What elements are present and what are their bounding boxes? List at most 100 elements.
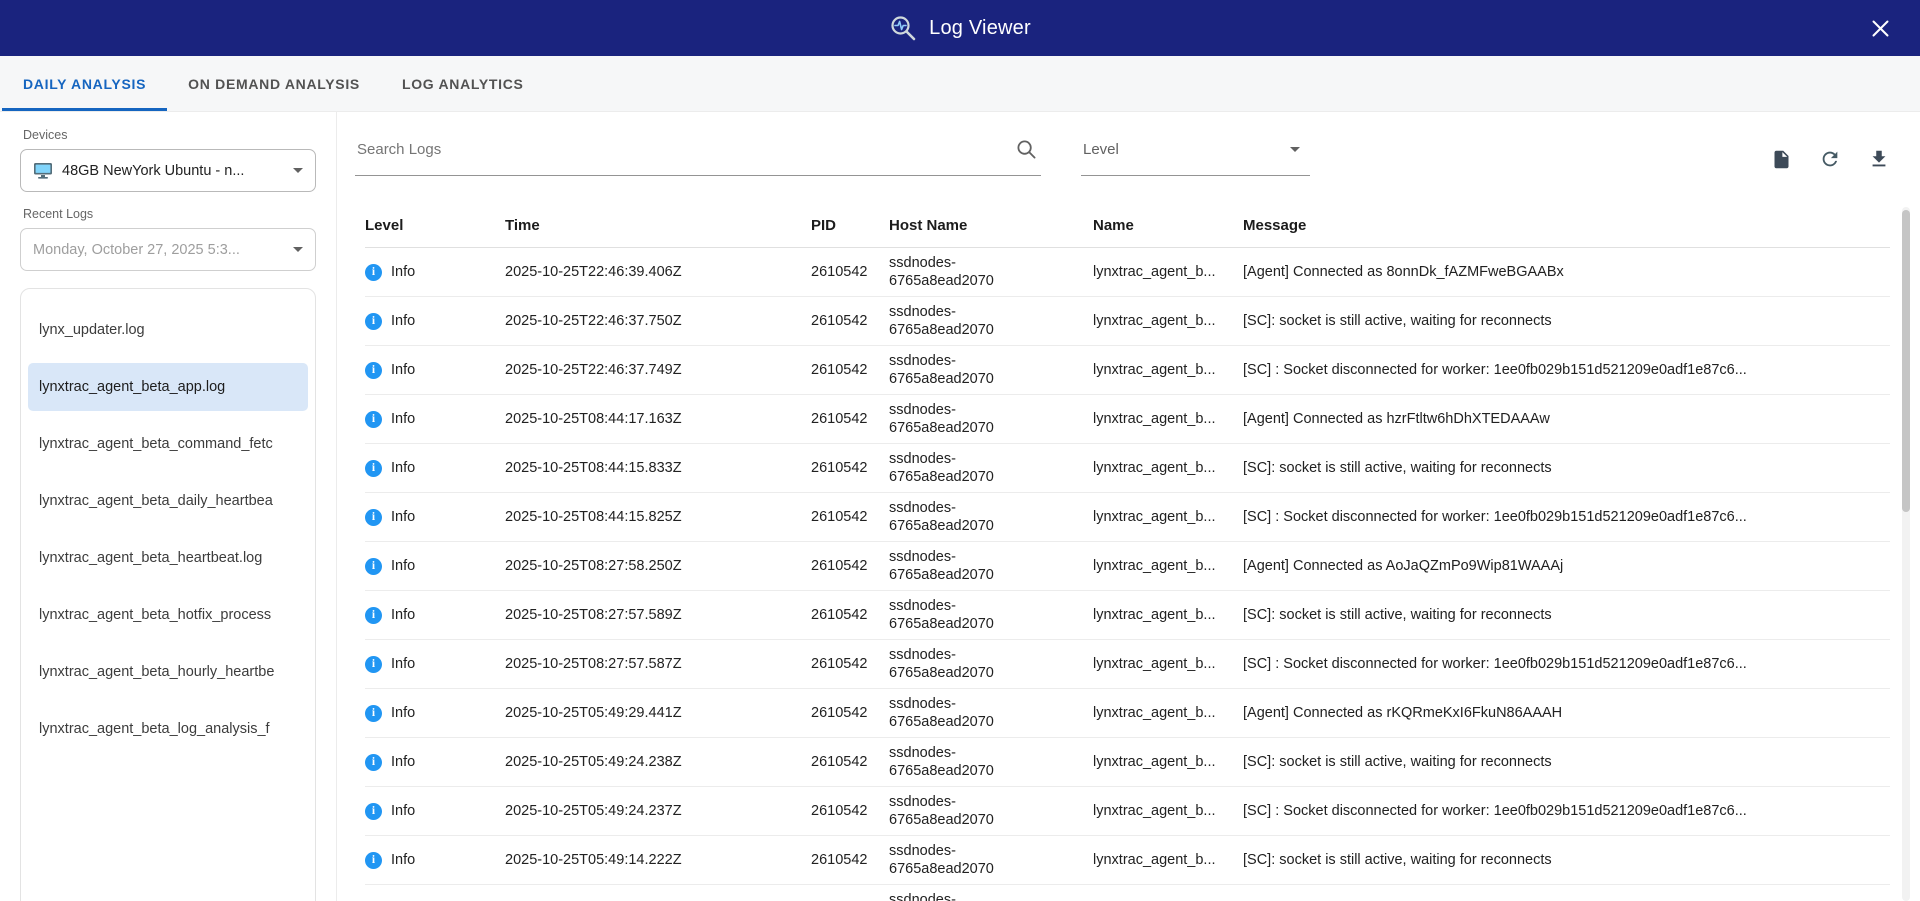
log-table: Level Time PID Host Name Name Message In… [365,192,1890,901]
name-cell: lynxtrac_agent_b... [1093,754,1216,770]
column-header-host-name: Host Name [889,217,968,234]
tab-daily-analysis[interactable]: DAILY ANALYSIS [2,56,167,111]
table-body: Info 2025-10-25T22:46:39.406Z 2610542 ss… [365,248,1890,901]
host-name-cell: ssdnodes-6765a8ead2070 [889,695,994,730]
info-icon [365,753,382,771]
host-name-cell: ssdnodes-6765a8ead2070 [889,303,994,338]
pid-cell: 2610542 [811,411,868,427]
log-file-name: lynxtrac_agent_beta_log_analysis_f [39,721,270,737]
log-file-name: lynxtrac_agent_beta_heartbeat.log [39,550,263,566]
level-filter[interactable]: Level [1081,132,1310,176]
level-text: Info [391,460,416,476]
level-cell: Info [365,753,505,771]
pid-cell: 2610542 [811,313,868,329]
level-cell: Info [365,508,505,526]
time-cell: 2025-10-25T08:27:58.250Z [505,558,682,574]
recent-logs-select[interactable]: Monday, October 27, 2025 5:3... [20,228,316,271]
close-icon [1871,19,1890,38]
pid-cell: 2610542 [811,705,868,721]
level-text: Info [391,411,416,427]
host-name-cell: ssdnodes-6765a8ead2070 [889,401,994,436]
log-file-item[interactable]: lynxtrac_agent_beta_hourly_heartbe [28,648,308,696]
main-content: Level [337,112,1920,901]
device-select[interactable]: 48GB NewYork Ubuntu - n... [20,149,316,192]
info-icon [365,655,382,673]
host-name-cell: ssdnodes-6765a8ead2070 [889,499,994,534]
download-button[interactable] [1866,146,1892,172]
host-name-cell: ssdnodes-6765a8ead2070 [889,352,994,387]
log-file-name: lynxtrac_agent_beta_command_fetc [39,436,273,452]
time-cell: 2025-10-25T08:44:15.833Z [505,460,682,476]
column-header-level: Level [365,217,404,234]
table-row: Info 2025-10-25T08:44:15.825Z 2610542 ss… [365,493,1890,542]
name-cell: lynxtrac_agent_b... [1093,264,1216,280]
table-row: Info 2025-10-25T22:46:37.750Z 2610542 ss… [365,297,1890,346]
tab-on-demand-analysis[interactable]: ON DEMAND ANALYSIS [167,56,381,111]
message-cell: [Agent] Connected as rKQRmeKxI6FkuN86AAA… [1243,705,1563,721]
recent-logs-label: Recent Logs [23,207,94,221]
level-text: Info [391,705,416,721]
name-cell: lynxtrac_agent_b... [1093,852,1216,868]
pid-cell: 2610542 [811,852,868,868]
name-cell: lynxtrac_agent_b... [1093,509,1216,525]
export-file-button[interactable] [1769,147,1794,172]
level-cell: Info [365,557,505,575]
time-cell: 2025-10-25T22:46:37.749Z [505,362,682,378]
info-icon [365,312,382,330]
level-text: Info [391,313,416,329]
level-filter-label: Level [1083,141,1119,158]
log-file-item[interactable]: lynxtrac_agent_beta_heartbeat.log [28,534,308,582]
scrollbar-thumb[interactable] [1902,210,1910,512]
download-icon [1868,148,1890,170]
table-row: Info 2025-10-25T05:49:14.222Z 2610542 ss… [365,885,1890,901]
host-name-cell: ssdnodes-6765a8ead2070 [889,548,994,583]
level-cell: Info [365,655,505,673]
info-icon [365,802,382,820]
name-cell: lynxtrac_agent_b... [1093,803,1216,819]
level-cell: Info [365,361,505,379]
tab-log-analytics[interactable]: LOG ANALYTICS [381,56,545,111]
host-name-cell: ssdnodes-6765a8ead2070 [889,254,994,289]
recent-logs-select-value: Monday, October 27, 2025 5:3... [33,241,240,258]
log-file-item[interactable]: lynxtrac_agent_beta_app.log [28,363,308,411]
info-icon [365,361,382,379]
level-text: Info [391,509,416,525]
table-row: Info 2025-10-25T08:27:58.250Z 2610542 ss… [365,542,1890,591]
close-button[interactable] [1860,0,1900,56]
column-header-pid: PID [811,217,837,234]
search-input[interactable] [355,141,1016,166]
name-cell: lynxtrac_agent_b... [1093,411,1216,427]
device-select-value: 48GB NewYork Ubuntu - n... [62,162,245,179]
log-file-item[interactable]: lynxtrac_agent_beta_hotfix_process [28,591,308,639]
log-file-item[interactable]: lynxtrac_agent_beta_log_analysis_f [28,705,308,753]
tab-bar: DAILY ANALYSIS ON DEMAND ANALYSIS LOG AN… [0,56,1920,112]
level-text: Info [391,264,416,280]
toolbar-actions [1769,146,1892,176]
table-row: Info 2025-10-25T05:49:14.222Z 2610542 ss… [365,836,1890,885]
name-cell: lynxtrac_agent_b... [1093,607,1216,623]
time-cell: 2025-10-25T08:44:17.163Z [505,411,682,427]
log-file-item[interactable]: lynxtrac_agent_beta_daily_heartbea [28,477,308,525]
message-cell: [SC]: socket is still active, waiting fo… [1243,754,1552,770]
pid-cell: 2610542 [811,460,868,476]
log-file-item[interactable]: lynxtrac_agent_beta_command_fetc [28,420,308,468]
info-icon [365,263,382,281]
time-cell: 2025-10-25T22:46:37.750Z [505,313,682,329]
level-cell: Info [365,851,505,869]
host-name-cell: ssdnodes-6765a8ead2070 [889,597,994,632]
refresh-button[interactable] [1817,146,1843,172]
chevron-down-icon [293,168,303,173]
table-row: Info 2025-10-25T08:44:17.163Z 2610542 ss… [365,395,1890,444]
message-cell: [Agent] Connected as AoJaQZmPo9Wip81WAAA… [1243,558,1564,574]
host-name-cell: ssdnodes-6765a8ead2070 [889,891,956,901]
pid-cell: 2610542 [811,803,868,819]
host-name-cell: ssdnodes-6765a8ead2070 [889,646,994,681]
time-cell: 2025-10-25T22:46:39.406Z [505,264,682,280]
info-icon [365,606,382,624]
info-icon [365,851,382,869]
log-file-name: lynx_updater.log [39,322,145,338]
log-file-name: lynxtrac_agent_beta_daily_heartbea [39,493,273,509]
log-viewer-logo-icon [889,14,917,42]
log-file-name: lynxtrac_agent_beta_app.log [39,379,226,395]
log-file-item[interactable]: lynx_updater.log [28,306,308,354]
